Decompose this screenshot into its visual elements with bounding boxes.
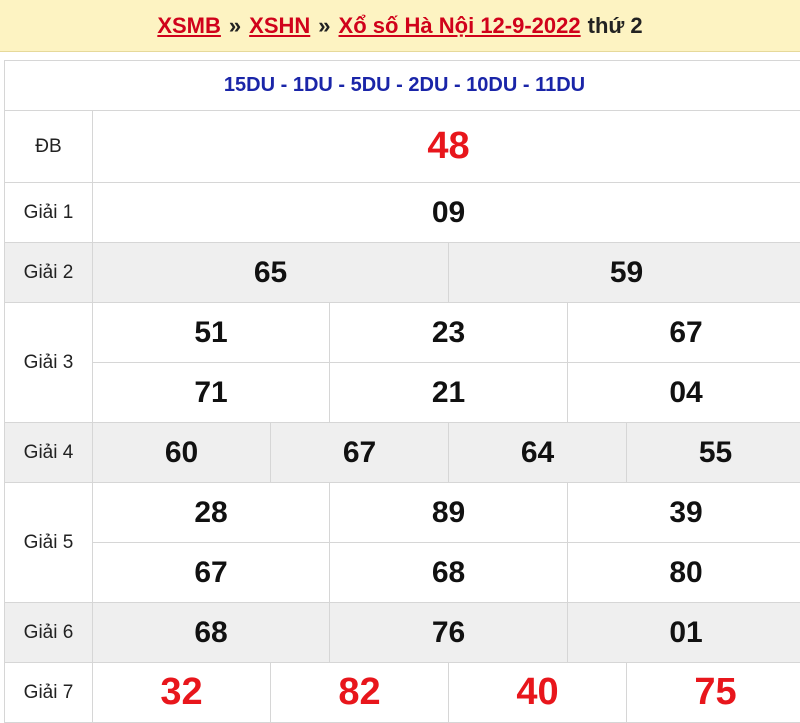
prize-row-g3-b: 71 21 04	[5, 363, 800, 423]
prize-number: 68	[93, 603, 330, 663]
prize-number: 82	[271, 663, 449, 723]
special-prize-number: 48	[93, 111, 800, 183]
prize-number: 64	[449, 423, 627, 483]
prize-number: 75	[627, 663, 800, 723]
prize-number: 39	[568, 483, 800, 543]
prize-number: 68	[330, 543, 568, 603]
prize-row-db: ĐB 48	[5, 111, 800, 183]
prize-number: 04	[568, 363, 800, 423]
prize-number: 40	[449, 663, 627, 723]
draw-codes: 15DU - 1DU - 5DU - 2DU - 10DU - 11DU	[5, 61, 800, 111]
prize-label: Giải 5	[5, 483, 93, 603]
prize-number: 21	[330, 363, 568, 423]
prize-number: 01	[568, 603, 800, 663]
prize-number: 55	[627, 423, 800, 483]
prize-number: 89	[330, 483, 568, 543]
prize-number: 23	[330, 303, 568, 363]
prize-label: Giải 2	[5, 243, 93, 303]
breadcrumb-separator: »	[229, 13, 241, 39]
breadcrumb-link-xsmb[interactable]: XSMB	[157, 13, 221, 39]
breadcrumb-link-date[interactable]: Xổ số Hà Nội 12-9-2022	[339, 13, 581, 39]
prize-number: 67	[271, 423, 449, 483]
prize-number: 28	[93, 483, 330, 543]
prize-number: 32	[93, 663, 271, 723]
prize-number: 59	[449, 243, 800, 303]
prize-label: Giải 3	[5, 303, 93, 423]
prize-label: ĐB	[5, 111, 93, 183]
prize-row-g6: Giải 6 68 76 01	[5, 603, 800, 663]
prize-number: 71	[93, 363, 330, 423]
breadcrumb: XSMB » XSHN » Xổ số Hà Nội 12-9-2022 thứ…	[0, 0, 800, 52]
prize-label: Giải 7	[5, 663, 93, 723]
prize-number: 67	[568, 303, 800, 363]
prize-row-g5-b: 67 68 80	[5, 543, 800, 603]
prize-label: Giải 4	[5, 423, 93, 483]
prize-row-g7: Giải 7 32 82 40 75	[5, 663, 800, 723]
breadcrumb-separator: »	[318, 13, 330, 39]
prize-label: Giải 1	[5, 183, 93, 243]
prize-number: 80	[568, 543, 800, 603]
prize-number: 65	[93, 243, 449, 303]
code-row: 15DU - 1DU - 5DU - 2DU - 10DU - 11DU	[5, 61, 800, 111]
prize-label: Giải 6	[5, 603, 93, 663]
prize-row-g4: Giải 4 60 67 64 55	[5, 423, 800, 483]
prize-number: 76	[330, 603, 568, 663]
prize-number: 51	[93, 303, 330, 363]
prize-row-g1: Giải 1 09	[5, 183, 800, 243]
prize-number: 60	[93, 423, 271, 483]
breadcrumb-day: thứ 2	[588, 13, 643, 39]
breadcrumb-link-xshn[interactable]: XSHN	[249, 13, 310, 39]
prize-number: 09	[93, 183, 800, 243]
prize-row-g5: Giải 5 28 89 39	[5, 483, 800, 543]
prize-number: 67	[93, 543, 330, 603]
prize-row-g2: Giải 2 65 59	[5, 243, 800, 303]
lottery-result-table: 15DU - 1DU - 5DU - 2DU - 10DU - 11DU ĐB …	[4, 60, 800, 723]
prize-row-g3: Giải 3 51 23 67	[5, 303, 800, 363]
